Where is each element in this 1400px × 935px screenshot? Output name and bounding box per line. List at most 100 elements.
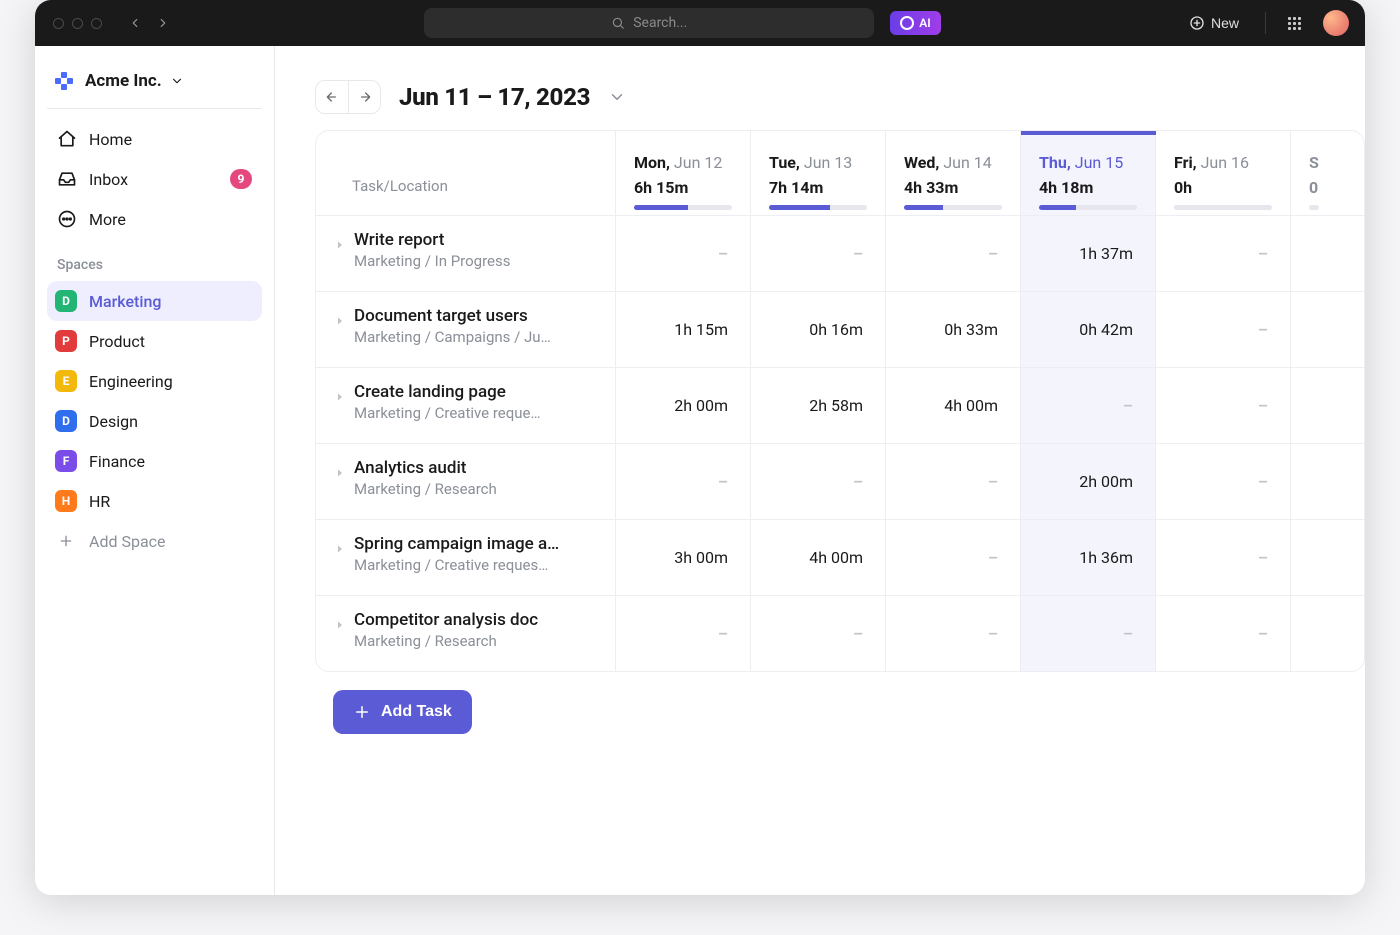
search-placeholder: Search... (633, 15, 687, 31)
ai-button[interactable]: AI (890, 11, 940, 35)
date-range-picker[interactable] (608, 88, 626, 106)
sidebar-space-product[interactable]: P Product (47, 321, 262, 361)
time-cell[interactable] (1291, 520, 1331, 595)
time-cell[interactable] (1291, 596, 1331, 671)
main: Jun 11 – 17, 2023 Task/Location Mon, Jun… (275, 46, 1365, 895)
time-cell[interactable]: – (886, 444, 1021, 519)
sidebar-item-inbox[interactable]: Inbox 9 (47, 159, 262, 199)
avatar (1323, 10, 1349, 36)
add-space-button[interactable]: Add Space (47, 521, 262, 561)
time-cell[interactable] (1291, 292, 1331, 367)
sidebar-space-design[interactable]: DDesign (47, 401, 262, 441)
time-cell[interactable] (1291, 444, 1331, 519)
window-controls[interactable] (53, 18, 102, 29)
workspace-switcher[interactable]: Acme Inc. (47, 62, 262, 109)
time-cell[interactable]: – (886, 520, 1021, 595)
space-chip: H (55, 490, 77, 512)
task-cell[interactable]: Analytics audit Marketing / Research (316, 444, 616, 519)
task-cell[interactable]: Create landing page Marketing / Creative… (316, 368, 616, 443)
sidebar-item-home[interactable]: Home (47, 119, 262, 159)
caret-right-icon[interactable] (334, 312, 346, 331)
time-cell[interactable]: 3h 00m (616, 520, 751, 595)
time-cell[interactable]: – (1156, 368, 1291, 443)
time-cell[interactable] (1291, 216, 1331, 291)
time-cell[interactable]: 2h 00m (1021, 444, 1156, 519)
task-name: Analytics audit (354, 458, 603, 478)
timesheet: Task/Location Mon, Jun 12 6h 15m Tue, Ju… (315, 130, 1365, 672)
time-cell[interactable]: 4h 00m (886, 368, 1021, 443)
caret-right-icon[interactable] (334, 464, 346, 483)
sidebar-space-marketing[interactable]: DMarketing (47, 281, 262, 321)
caret-right-icon[interactable] (334, 388, 346, 407)
time-cell[interactable] (1291, 368, 1331, 443)
time-cell[interactable]: – (751, 216, 886, 291)
sidebar-space-finance[interactable]: FFinance (47, 441, 262, 481)
time-cell[interactable]: – (616, 216, 751, 291)
apps-grid-button[interactable] (1282, 16, 1307, 31)
caret-right-icon[interactable] (334, 540, 346, 559)
task-row: Spring campaign image a… Marketing / Cre… (316, 519, 1364, 595)
week-nav (315, 80, 381, 114)
time-cell[interactable]: – (1156, 520, 1291, 595)
task-row: Analytics audit Marketing / Research–––2… (316, 443, 1364, 519)
caret-right-icon[interactable] (334, 616, 346, 635)
column-day-2: Wed, Jun 14 4h 33m (886, 131, 1021, 215)
task-cell[interactable]: Competitor analysis doc Marketing / Rese… (316, 596, 616, 671)
nav-back-button[interactable] (122, 10, 148, 36)
sidebar: Acme Inc. Home Inbox 9 More Spaces DMark… (35, 46, 275, 895)
inbox-icon (57, 169, 77, 189)
task-cell[interactable]: Document target users Marketing / Campai… (316, 292, 616, 367)
time-cell[interactable]: – (1156, 216, 1291, 291)
time-cell[interactable]: 0h 42m (1021, 292, 1156, 367)
search-input[interactable]: Search... (424, 8, 874, 38)
column-day-overflow: S0 (1291, 131, 1337, 215)
next-week-button[interactable] (348, 81, 380, 113)
task-cell[interactable]: Spring campaign image a… Marketing / Cre… (316, 520, 616, 595)
time-cell[interactable]: – (1021, 368, 1156, 443)
nav-forward-button[interactable] (150, 10, 176, 36)
sidebar-item-label: More (89, 210, 126, 229)
time-cell[interactable]: – (1021, 596, 1156, 671)
column-day-4: Fri, Jun 16 0h (1156, 131, 1291, 215)
topbar: Search... AI New (35, 0, 1365, 46)
time-cell[interactable]: 2h 58m (751, 368, 886, 443)
nav-history (122, 10, 176, 36)
sidebar-space-hr[interactable]: HHR (47, 481, 262, 521)
space-label: Product (89, 332, 145, 351)
time-cell[interactable]: – (616, 444, 751, 519)
time-cell[interactable]: – (1156, 444, 1291, 519)
time-cell[interactable]: 0h 33m (886, 292, 1021, 367)
time-cell[interactable]: 0h 16m (751, 292, 886, 367)
time-cell[interactable]: 1h 37m (1021, 216, 1156, 291)
task-cell[interactable]: Write report Marketing / In Progress (316, 216, 616, 291)
sidebar-section-spaces: Spaces (47, 239, 262, 281)
sidebar-space-engineering[interactable]: EEngineering (47, 361, 262, 401)
time-cell[interactable]: 2h 00m (616, 368, 751, 443)
new-button[interactable]: New (1183, 14, 1245, 32)
prev-week-button[interactable] (316, 81, 348, 113)
chevron-down-icon (170, 74, 184, 88)
time-cell[interactable]: – (751, 444, 886, 519)
task-name: Write report (354, 230, 603, 250)
time-cell[interactable]: – (1156, 596, 1291, 671)
add-space-label: Add Space (89, 532, 166, 551)
caret-right-icon[interactable] (334, 236, 346, 255)
sidebar-item-more[interactable]: More (47, 199, 262, 239)
time-cell[interactable]: – (751, 596, 886, 671)
space-chip: P (55, 330, 77, 352)
more-icon (57, 209, 77, 229)
add-task-button[interactable]: Add Task (333, 690, 472, 734)
time-cell[interactable]: 1h 15m (616, 292, 751, 367)
space-chip: D (55, 410, 77, 432)
workspace-logo-icon (53, 70, 75, 92)
time-cell[interactable]: – (616, 596, 751, 671)
time-cell[interactable]: 4h 00m (751, 520, 886, 595)
chevron-down-icon (608, 88, 626, 106)
time-cell[interactable]: 1h 36m (1021, 520, 1156, 595)
profile-avatar-button[interactable] (1317, 9, 1355, 37)
space-label: Marketing (89, 292, 161, 311)
time-cell[interactable]: – (886, 596, 1021, 671)
time-cell[interactable]: – (886, 216, 1021, 291)
spaces-list: DMarketingPProductEEngineeringDDesignFFi… (47, 281, 262, 521)
time-cell[interactable]: – (1156, 292, 1291, 367)
